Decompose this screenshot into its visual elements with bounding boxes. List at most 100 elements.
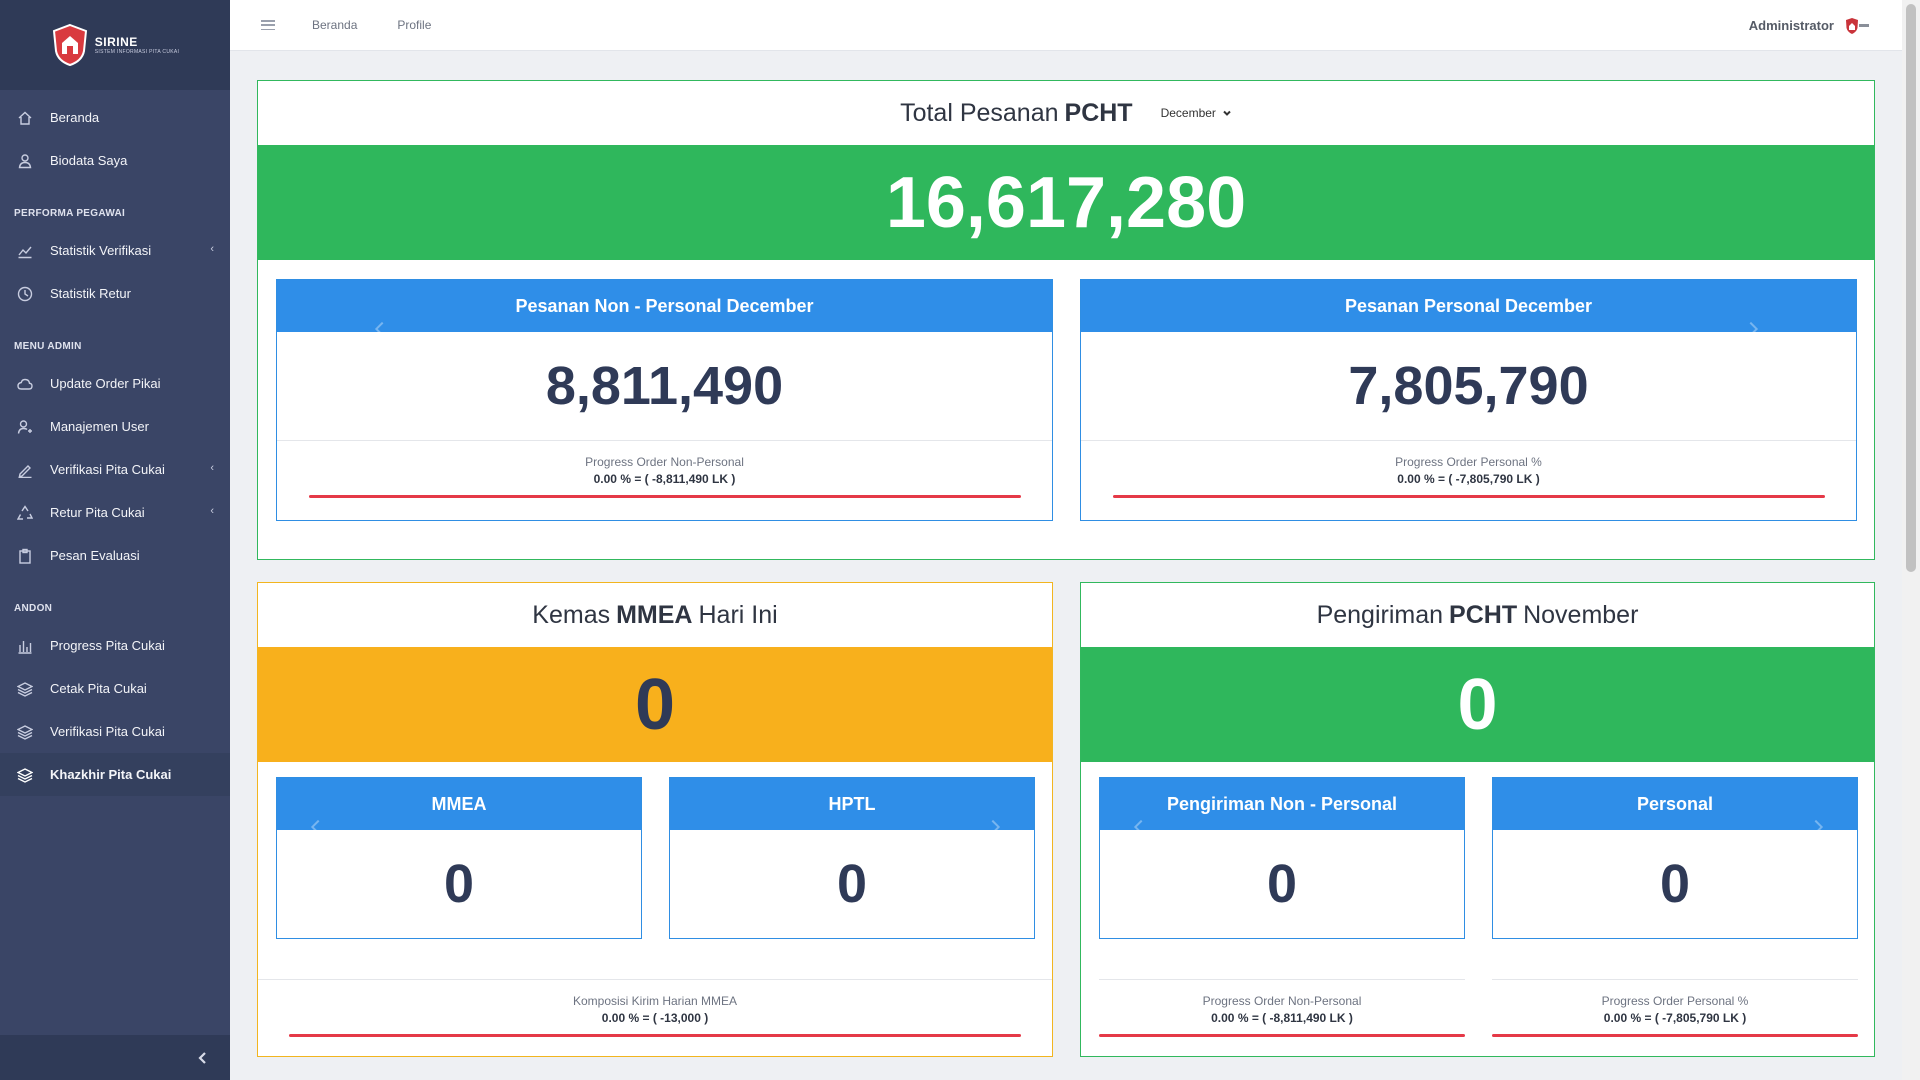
card-header: Pengiriman Non - Personal — [1100, 778, 1464, 835]
pengiriman-personal-card: Personal 0 — [1492, 777, 1858, 939]
title-bold: PCHT — [1064, 98, 1133, 127]
recycle-icon — [16, 504, 34, 522]
card-value: 8,811,490 — [545, 356, 784, 416]
chevron-down-icon — [1223, 110, 1231, 116]
kemas-footer: Komposisi Kirim Harian MMEA 0.00 % = ( -… — [258, 979, 1052, 1037]
sidebar-item-label: Verifikasi Pita Cukai — [50, 724, 165, 739]
card-title: HPTL — [828, 793, 876, 814]
bar-chart-icon — [16, 637, 34, 655]
sidebar-collapse-button[interactable] — [0, 1035, 230, 1080]
card-header: Pesanan Non - Personal December — [277, 280, 1052, 337]
progress-value: 0.00 % = ( -7,805,790 LK ) — [1603, 1011, 1747, 1025]
brand[interactable]: SIRINE SISTEM INFORMASI PITA CUKAI — [0, 0, 230, 90]
pesanan-personal-card: Pesanan Personal December 7,805,790 Prog… — [1080, 279, 1857, 521]
menu-toggle-icon[interactable] — [261, 20, 275, 30]
sidebar-item-beranda[interactable]: Beranda — [0, 96, 230, 139]
progress-label: Komposisi Kirim Harian MMEA — [572, 994, 738, 1008]
user-menu[interactable]: Administrator — [1749, 0, 1870, 51]
top-link-beranda[interactable]: Beranda — [312, 18, 357, 32]
user-settings-icon — [16, 418, 34, 436]
shield-logo-icon — [52, 23, 87, 67]
card-value: 7,805,790 — [1348, 356, 1589, 416]
card-title: MMEA — [431, 793, 487, 814]
card-title: Pesanan Personal December — [1344, 295, 1593, 316]
page-scrollbar[interactable] — [1902, 0, 1920, 1080]
title-suffix: November — [1523, 600, 1639, 629]
sidebar-item-label: Progress Pita Cukai — [50, 638, 165, 653]
hptl-card: HPTL 0 — [669, 777, 1035, 939]
panel-title: Total Pesanan PCHT December — [258, 81, 1874, 145]
sidebar-item-update-order[interactable]: Update Order Pikai — [0, 362, 230, 405]
pesanan-non-personal-card: Pesanan Non - Personal December 8,811,49… — [276, 279, 1053, 521]
card-title: Pesanan Non - Personal December — [515, 295, 814, 316]
sidebar-item-label: Manajemen User — [50, 419, 149, 434]
card-value: 0 — [836, 854, 868, 914]
sidebar-item-biodata[interactable]: Biodata Saya — [0, 139, 230, 182]
sidebar-item-label: Beranda — [50, 110, 100, 125]
section-header-admin: MENU ADMIN — [14, 341, 82, 352]
panel-title: Pengiriman PCHT November — [1081, 583, 1874, 647]
progress-bar — [1492, 1034, 1858, 1037]
card-header: MMEA — [277, 778, 641, 835]
brand-name: SIRINE — [94, 35, 138, 49]
sidebar-item-verifikasi-pita[interactable]: Verifikasi Pita Cukai ‹ — [0, 448, 230, 491]
progress-value: 0.00 % = ( -7,805,790 LK ) — [1397, 472, 1540, 486]
sidebar-item-statistik-retur[interactable]: Statistik Retur — [0, 272, 230, 315]
sidebar-item-retur-pita[interactable]: Retur Pita Cukai ‹ — [0, 491, 230, 534]
progress-label: Progress Order Personal % — [1601, 994, 1749, 1008]
progress-value: 0.00 % = ( -8,811,490 LK ) — [1211, 1011, 1353, 1025]
sidebar-item-pesan-evaluasi[interactable]: Pesan Evaluasi — [0, 534, 230, 577]
sidebar: SIRINE SISTEM INFORMASI PITA CUKAI Beran… — [0, 0, 230, 1080]
layers-icon — [16, 680, 34, 698]
clock-icon — [16, 285, 34, 303]
chevron-left-icon: ‹ — [210, 462, 214, 474]
card-header: HPTL — [670, 778, 1034, 835]
home-icon — [16, 109, 34, 127]
sidebar-item-verifikasi-pita-andon[interactable]: Verifikasi Pita Cukai — [0, 710, 230, 753]
clipboard-icon — [16, 547, 34, 565]
progress-label: Progress Order Personal % — [1395, 455, 1542, 469]
pengiriman-non-personal-footer: Progress Order Non-Personal 0.00 % = ( -… — [1099, 979, 1465, 1037]
sidebar-item-cetak-pita[interactable]: Cetak Pita Cukai — [0, 667, 230, 710]
sidebar-item-label: Biodata Saya — [50, 153, 128, 168]
month-select-value: December — [1160, 106, 1216, 120]
title-prefix: Total Pesanan — [900, 98, 1059, 127]
section-header-andon: ANDON — [14, 603, 53, 614]
mmea-card: MMEA 0 — [276, 777, 642, 939]
layers-icon — [16, 766, 34, 784]
chart-line-icon — [16, 242, 34, 260]
card-footer: Progress Order Non-Personal 0.00 % = ( -… — [277, 440, 1052, 498]
progress-value: 0.00 % = ( -13,000 ) — [601, 1011, 709, 1025]
cloud-icon — [16, 375, 34, 393]
pengiriman-personal-footer: Progress Order Personal % 0.00 % = ( -7,… — [1492, 979, 1858, 1037]
sidebar-item-progress-pita[interactable]: Progress Pita Cukai — [0, 624, 230, 667]
card-title: Personal — [1636, 793, 1714, 814]
card-value: 0 — [1266, 854, 1298, 914]
total-pesanan-panel: Total Pesanan PCHT December 16,617,280 P… — [257, 80, 1875, 560]
title-suffix: Hari Ini — [698, 600, 778, 629]
sidebar-item-khazkhir-pita[interactable]: Khazkhir Pita Cukai — [0, 753, 230, 796]
sidebar-item-label: Update Order Pikai — [50, 376, 161, 391]
chevron-left-icon — [198, 1051, 206, 1064]
sidebar-item-manajemen-user[interactable]: Manajemen User — [0, 405, 230, 448]
sidebar-item-statistik-verifikasi[interactable]: Statistik Verifikasi ‹ — [0, 229, 230, 272]
top-link-profile[interactable]: Profile — [397, 18, 431, 32]
kemas-mmea-panel: Kemas MMEA Hari Ini 0 MMEA 0 HPTL 0 Komp… — [257, 582, 1053, 1057]
sidebar-item-label: Cetak Pita Cukai — [50, 681, 147, 696]
user-icon — [16, 152, 34, 170]
card-title: Pengiriman Non - Personal — [1166, 793, 1398, 814]
title-bold: MMEA — [616, 600, 693, 629]
kemas-mmea-value: 0 — [258, 647, 1052, 762]
month-select[interactable]: December — [1161, 106, 1232, 120]
sidebar-nav: Beranda Biodata Saya PERFORMA PEGAWAI St… — [0, 90, 230, 796]
brand-tagline: SISTEM INFORMASI PITA CUKAI — [94, 49, 180, 55]
card-footer: Progress Order Personal % 0.00 % = ( -7,… — [1081, 440, 1856, 498]
sidebar-item-label: Pesan Evaluasi — [50, 548, 140, 563]
card-header: Pesanan Personal December — [1081, 280, 1856, 337]
title-bold: PCHT — [1449, 600, 1518, 629]
sidebar-item-label: Retur Pita Cukai — [50, 505, 145, 520]
total-pesanan-value: 16,617,280 — [258, 145, 1874, 260]
scrollbar-thumb[interactable] — [1906, 4, 1916, 572]
card-value: 0 — [443, 854, 475, 914]
sidebar-item-label: Khazkhir Pita Cukai — [50, 767, 172, 782]
